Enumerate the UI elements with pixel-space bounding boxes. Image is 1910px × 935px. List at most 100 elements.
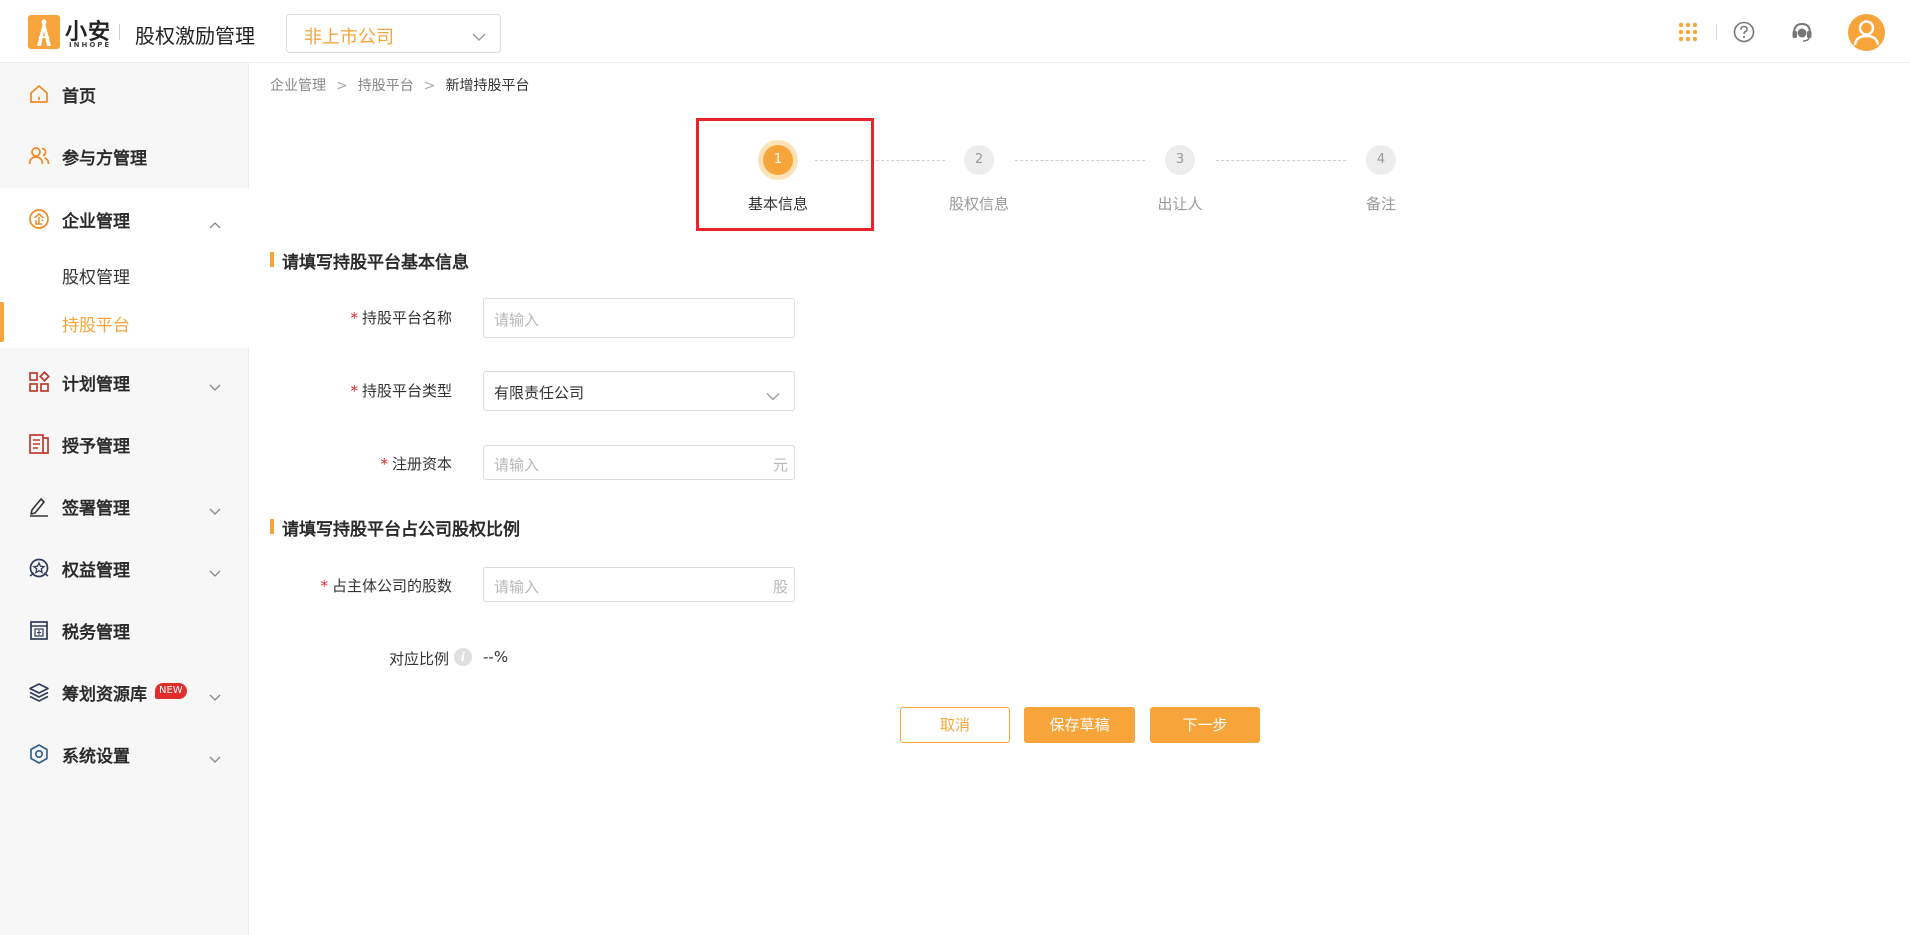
- logo-divider: [119, 24, 120, 40]
- equity-icon: [28, 557, 50, 579]
- cancel-button[interactable]: 取消: [900, 707, 1010, 743]
- user-avatar-icon[interactable]: [1848, 14, 1885, 51]
- label-text: 占主体公司的股数: [331, 577, 452, 595]
- step-4-label: 备注: [1365, 195, 1396, 213]
- breadcrumb: 企业管理 > 持股平台 > 新增持股平台: [270, 75, 529, 95]
- chevron-down-icon: [209, 687, 221, 706]
- app-title: 股权激励管理: [135, 24, 255, 48]
- grant-icon: [28, 433, 50, 455]
- chevron-right-icon: >: [423, 78, 436, 94]
- next-step-button[interactable]: 下一步: [1150, 707, 1260, 743]
- sidebar-item-label: 签署管理: [62, 499, 130, 519]
- breadcrumb-link[interactable]: 持股平台: [358, 75, 414, 95]
- step-2-circle: 2: [964, 145, 994, 175]
- section-title-text: 请填写持股平台基本信息: [282, 253, 469, 273]
- sidebar-item-label: 首页: [62, 87, 96, 107]
- section-marker: [270, 519, 274, 534]
- section-title-equity-ratio: 请填写持股平台占公司股权比例: [270, 515, 520, 540]
- save-draft-button[interactable]: 保存草稿: [1024, 707, 1135, 743]
- logo-icon: [28, 15, 60, 49]
- chevron-down-icon: [209, 377, 221, 396]
- sidebar-item-label: 系统设置: [62, 747, 130, 767]
- top-header: 小安 INHOPE 股权激励管理 非上市公司: [0, 0, 1910, 63]
- info-icon[interactable]: i: [454, 648, 472, 666]
- sidebar-group-enterprise: 企业管理 股权管理 持股平台: [0, 188, 249, 348]
- platform-name-input[interactable]: 请输入: [483, 298, 795, 338]
- sidebar-item-tax[interactable]: 税务管理: [0, 599, 249, 661]
- label-text: 持股平台类型: [361, 382, 452, 400]
- label-text: 持股平台名称: [361, 309, 452, 327]
- select-value: 有限责任公司: [494, 384, 585, 402]
- ratio-value: --%: [483, 648, 509, 666]
- unit-suffix: 股: [772, 578, 788, 596]
- sidebar-item-signing[interactable]: 签署管理: [0, 475, 249, 537]
- placeholder-text: 请输入: [494, 311, 540, 329]
- section-title-text: 请填写持股平台占公司股权比例: [282, 520, 520, 540]
- sidebar: 首页 参与方管理 企业管理 股权管理 持股平台 计划管理 授予管理 签署管理 权…: [0, 63, 249, 935]
- registered-capital-label: * 注册资本: [252, 453, 452, 474]
- ratio-label: 对应比例: [388, 650, 449, 668]
- chevron-right-icon: >: [336, 78, 348, 94]
- step-3-circle: 3: [1165, 145, 1195, 175]
- active-indicator: [0, 302, 4, 342]
- users-icon: [28, 145, 50, 167]
- header-divider: [1716, 24, 1717, 40]
- sidebar-item-label: 参与方管理: [62, 149, 147, 169]
- sidebar-item-label: 企业管理: [62, 212, 130, 232]
- sidebar-item-label: 计划管理: [62, 375, 130, 395]
- sign-icon: [28, 495, 50, 517]
- new-badge: NEW: [155, 683, 187, 699]
- placeholder-text: 请输入: [494, 578, 540, 596]
- sidebar-item-label: 授予管理: [62, 437, 130, 457]
- chevron-down-icon: [209, 563, 221, 582]
- sidebar-item-label: 税务管理: [62, 623, 130, 643]
- enterprise-icon: [28, 208, 50, 230]
- logo-subtext: INHOPE: [69, 41, 112, 49]
- registered-capital-input[interactable]: 请输入 元: [483, 445, 795, 480]
- sidebar-subitem-holding-platform[interactable]: 持股平台: [0, 298, 249, 346]
- section-marker: [270, 252, 274, 267]
- chevron-down-icon: [472, 27, 486, 46]
- customer-service-icon[interactable]: [1790, 20, 1814, 48]
- required-mark: *: [380, 455, 388, 473]
- required-mark: *: [350, 309, 358, 327]
- sidebar-item-equity[interactable]: 权益管理: [0, 537, 249, 599]
- section-title-basic-info: 请填写持股平台基本信息: [270, 248, 469, 273]
- sidebar-subitem-label: 股权管理: [62, 268, 130, 288]
- sidebar-item-participants[interactable]: 参与方管理: [0, 125, 249, 187]
- company-type-select[interactable]: 非上市公司: [286, 14, 501, 53]
- step-2-label: 股权信息: [948, 195, 1009, 213]
- step-3-label: 出让人: [1157, 195, 1203, 213]
- sidebar-item-settings[interactable]: 系统设置: [0, 723, 249, 785]
- sidebar-subitem-equity[interactable]: 股权管理: [0, 250, 249, 298]
- sidebar-subitem-label: 持股平台: [62, 316, 130, 336]
- step-4-circle: 4: [1366, 145, 1396, 175]
- sidebar-item-label: 权益管理: [62, 561, 130, 581]
- shares-input[interactable]: 请输入 股: [483, 567, 795, 602]
- chevron-up-icon: [209, 214, 221, 233]
- platform-type-label: * 持股平台类型: [252, 380, 452, 401]
- sidebar-item-plans[interactable]: 计划管理: [0, 351, 249, 413]
- sidebar-item-grants[interactable]: 授予管理: [0, 413, 249, 475]
- help-icon[interactable]: [1733, 21, 1755, 47]
- breadcrumb-current: 新增持股平台: [445, 78, 530, 94]
- settings-icon: [28, 743, 50, 765]
- apps-grid-icon[interactable]: [1678, 22, 1698, 46]
- sidebar-item-resources[interactable]: 筹划资源库 NEW: [0, 661, 249, 723]
- highlight-box: [696, 118, 874, 231]
- tax-icon: [28, 619, 50, 641]
- required-mark: *: [320, 577, 328, 595]
- plan-icon: [28, 371, 50, 393]
- sidebar-item-label: 筹划资源库: [62, 685, 147, 705]
- sidebar-item-home[interactable]: 首页: [0, 63, 249, 125]
- required-mark: *: [350, 382, 358, 400]
- step-connector: [1216, 160, 1346, 161]
- chevron-down-icon: [209, 501, 221, 520]
- company-type-value: 非上市公司: [304, 27, 394, 48]
- platform-type-select[interactable]: 有限责任公司: [483, 371, 795, 411]
- step-connector: [1015, 160, 1145, 161]
- sidebar-item-enterprise[interactable]: 企业管理: [0, 188, 249, 250]
- chevron-down-icon: [209, 749, 221, 768]
- breadcrumb-link[interactable]: 企业管理: [270, 75, 326, 95]
- label-text: 注册资本: [391, 455, 452, 473]
